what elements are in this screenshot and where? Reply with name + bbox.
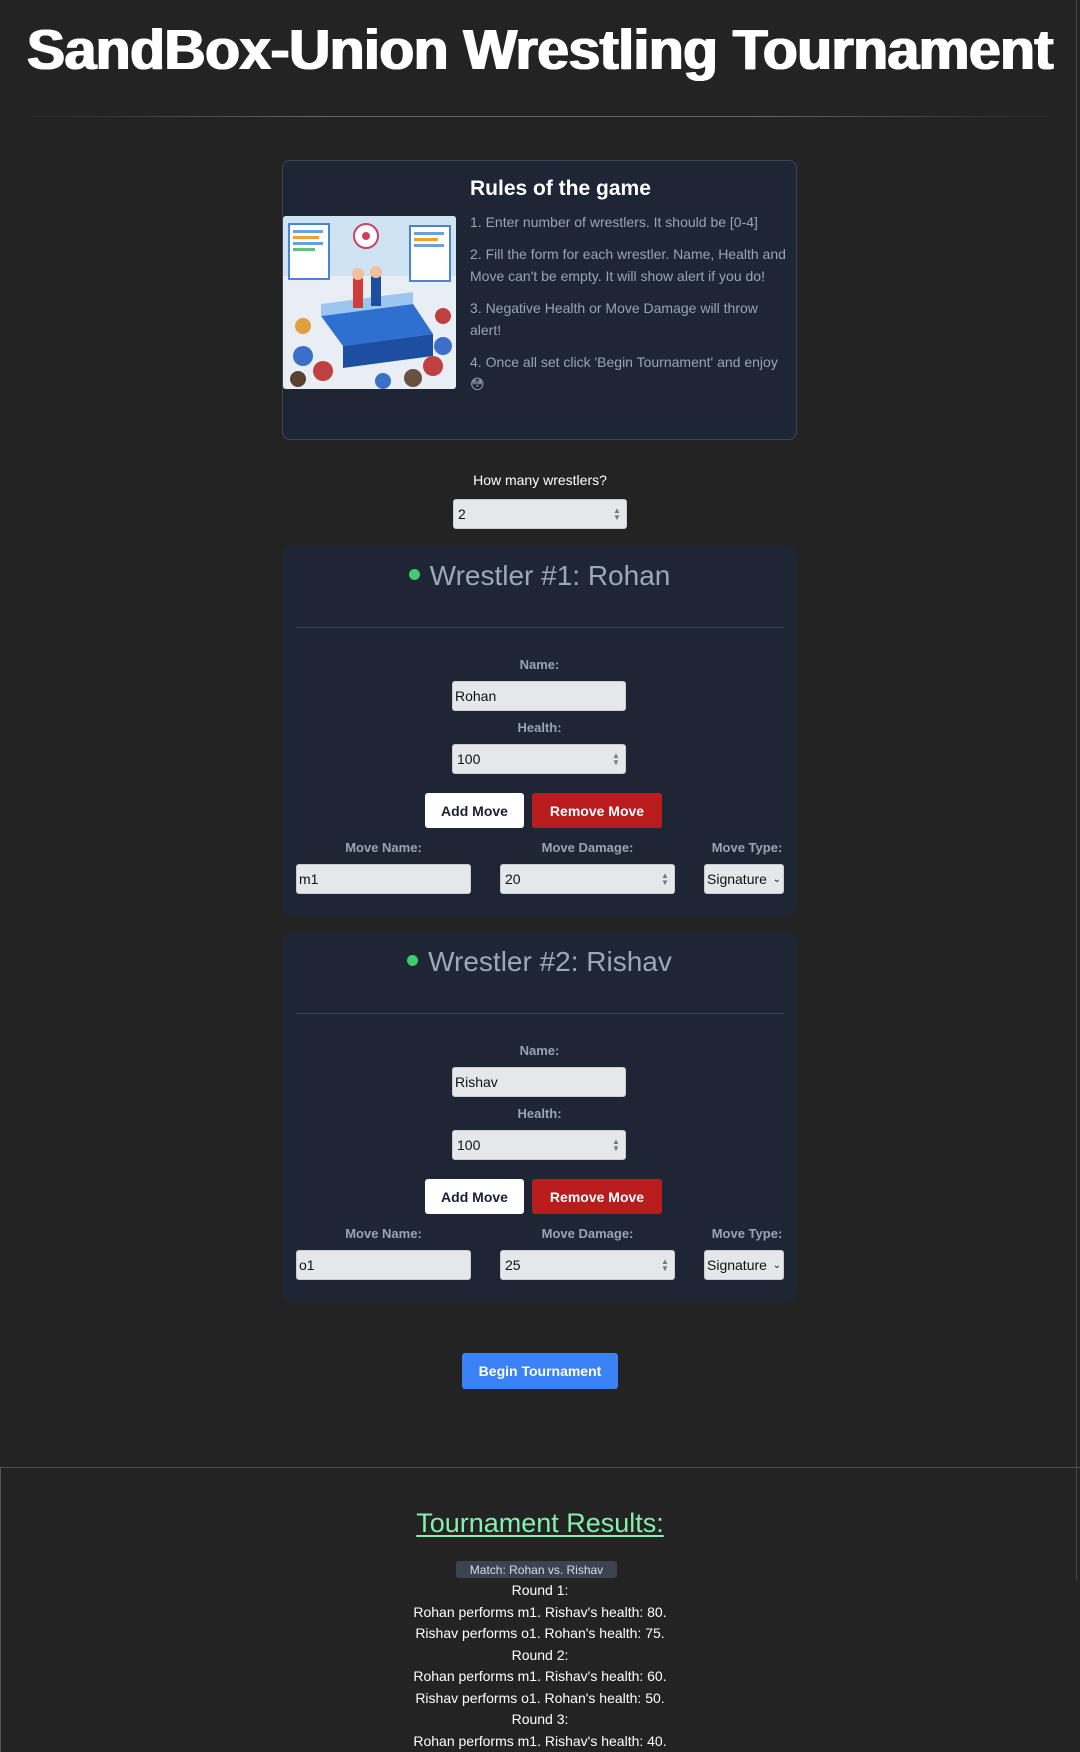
add-move-button[interactable]: Add Move: [425, 1179, 524, 1214]
add-move-button[interactable]: Add Move: [425, 793, 524, 828]
chevron-down-icon: ⌄: [772, 873, 781, 885]
status-dot-icon: [408, 569, 420, 581]
result-line: Rishav performs o1. Rohan's health: 75.: [415, 1625, 665, 1641]
rules-title: Rules of the game: [470, 177, 651, 200]
page-border: [1076, 0, 1077, 1580]
remove-move-button[interactable]: Remove Move: [532, 1179, 662, 1214]
spinner-icon[interactable]: ▲ ▼: [611, 1138, 621, 1153]
move-name-input[interactable]: o1: [296, 1250, 471, 1280]
wrestler-count-input[interactable]: 2 ▲ ▼: [453, 499, 627, 529]
health-label: Health:: [517, 720, 562, 735]
wrestler-title: Wrestler #1: Rohan: [282, 560, 797, 592]
wrestler-name-input[interactable]: Rohan: [452, 681, 626, 711]
result-line: Rohan performs m1. Rishav's health: 60.: [413, 1668, 667, 1684]
wrestler-count-label: How many wrestlers?: [473, 472, 607, 488]
spinner-icon[interactable]: ▲ ▼: [660, 872, 670, 887]
result-line: Round 2:: [511, 1646, 569, 1663]
result-line: Rohan performs m1. Rishav's health: 80.: [413, 1603, 667, 1620]
wrestler-card: Wrestler #2: Rishav Name: Rishav Health:…: [282, 932, 797, 1302]
result-line: Round 1:: [511, 1582, 569, 1598]
rules-item: 1. Enter number of wrestlers. It should …: [470, 214, 758, 230]
move-damage-input[interactable]: 20 ▲ ▼: [500, 864, 675, 894]
rules-card: Rules of the game 1. Enter number of wre…: [282, 160, 797, 440]
spinner-icon[interactable]: ▲ ▼: [611, 752, 621, 767]
move-type-label: Move Type:: [711, 840, 783, 855]
rules-item: 2. Fill the form for each wrestler. Name…: [470, 246, 786, 284]
rules-item: 3. Negative Health or Move Damage will t…: [470, 300, 758, 338]
card-divider: [296, 627, 784, 628]
rules-item: 4. Once all set click 'Begin Tournament'…: [470, 354, 778, 392]
wrestler-health-input[interactable]: 100 ▲ ▼: [452, 1130, 626, 1160]
spinner-icon[interactable]: ▲ ▼: [660, 1258, 670, 1273]
wrestler-name-input[interactable]: Rishav: [452, 1067, 626, 1097]
wrestler-card: Wrestler #1: Rohan Name: Rohan Health: 1…: [282, 546, 797, 916]
wrestler-title: Wrestler #2: Rishav: [282, 946, 797, 978]
move-damage-label: Move Damage:: [541, 840, 634, 855]
move-damage-label: Move Damage:: [541, 1226, 634, 1241]
header-divider: [10, 116, 1070, 117]
spinner-icon[interactable]: ▲ ▼: [612, 507, 622, 522]
chevron-down-icon: ⌄: [772, 1259, 781, 1271]
wrestling-ring-image: [283, 216, 456, 389]
remove-move-button[interactable]: Remove Move: [532, 793, 662, 828]
result-line: Round 3:: [511, 1711, 569, 1727]
health-label: Health:: [517, 1106, 562, 1121]
status-dot-icon: [407, 955, 419, 967]
begin-tournament-button[interactable]: Begin Tournament: [462, 1353, 618, 1389]
card-divider: [296, 1013, 784, 1014]
match-badge: Match: Rohan vs. Rishav: [456, 1561, 617, 1578]
page-title: SandBox-Union Wrestling Tournament: [27, 18, 1053, 82]
move-type-label: Move Type:: [711, 1226, 783, 1241]
move-damage-input[interactable]: 25 ▲ ▼: [500, 1250, 675, 1280]
results-divider: [0, 1467, 1080, 1468]
move-name-label: Move Name:: [345, 840, 422, 855]
wrestler-health-input[interactable]: 100 ▲ ▼: [452, 744, 626, 774]
move-name-label: Move Name:: [345, 1226, 422, 1241]
move-name-input[interactable]: m1: [296, 864, 471, 894]
result-line: Rishav performs o1. Rohan's health: 50.: [415, 1689, 665, 1706]
results-title: Tournament Results:: [416, 1508, 664, 1538]
move-type-select[interactable]: Signature ⌄: [704, 864, 784, 894]
result-line: Rohan performs m1. Rishav's health: 40.: [413, 1732, 667, 1749]
move-type-select[interactable]: Signature ⌄: [704, 1250, 784, 1280]
name-label: Name:: [519, 657, 560, 672]
name-label: Name:: [519, 1043, 560, 1058]
